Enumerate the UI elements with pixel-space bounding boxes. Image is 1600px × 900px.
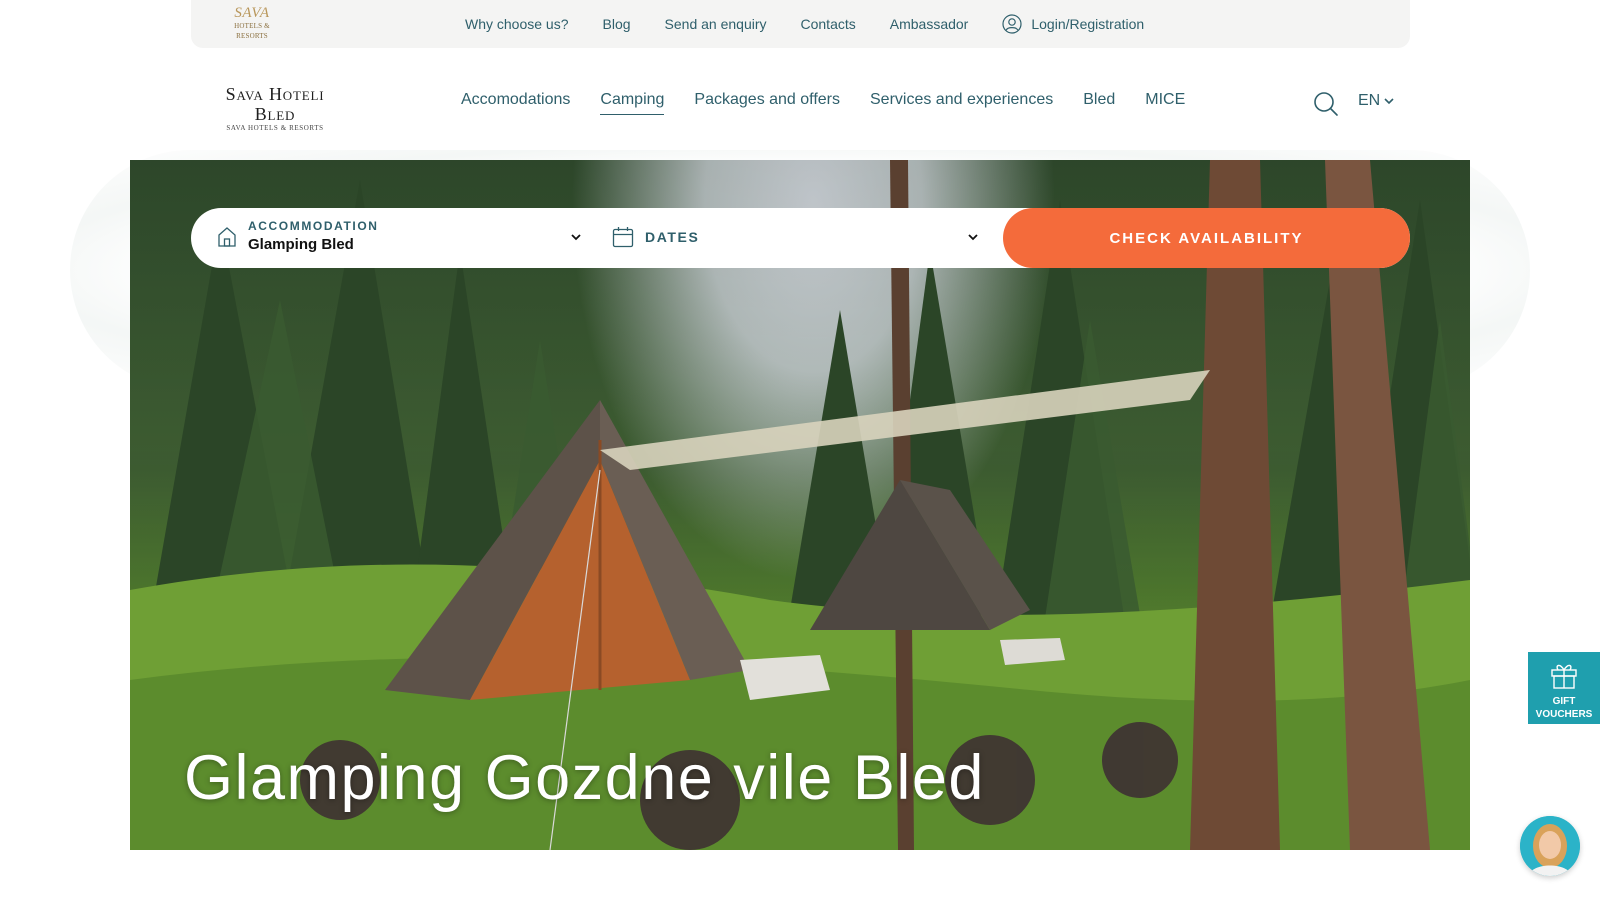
top-link-ambassador[interactable]: Ambassador <box>890 16 969 32</box>
sava-logo[interactable]: SAVA HOTELS & RESORTS <box>221 5 283 41</box>
gift-vouchers-label-line1: GIFT <box>1552 696 1576 707</box>
nav-item-services-experiences[interactable]: Services and experiences <box>870 91 1053 115</box>
top-utility-bar: SAVA HOTELS & RESORTS Why choose us? Blo… <box>191 0 1410 48</box>
top-link-contacts[interactable]: Contacts <box>801 16 856 32</box>
accommodation-value: Glamping Bled <box>248 236 354 253</box>
user-icon <box>1002 14 1022 34</box>
login-label: Login/Registration <box>1031 16 1145 32</box>
nav-item-packages-offers[interactable]: Packages and offers <box>694 91 840 115</box>
primary-nav: Accomodations Camping Packages and offer… <box>461 91 1215 115</box>
dates-label: DATES <box>645 229 700 245</box>
check-availability-button[interactable]: CHECK AVAILABILITY <box>1003 208 1410 268</box>
accommodation-label: ACCOMMODATION <box>248 219 379 233</box>
chevron-down-icon <box>1384 98 1394 105</box>
home-icon <box>218 227 236 247</box>
login-registration-link[interactable]: Login/Registration <box>1002 14 1144 34</box>
nav-item-camping[interactable]: Camping <box>600 91 665 115</box>
chevron-down-icon <box>968 234 978 241</box>
language-label: EN <box>1358 92 1381 109</box>
search-icon <box>1314 92 1338 116</box>
top-link-send-enquiry[interactable]: Send an enquiry <box>665 16 767 32</box>
language-selector[interactable]: EN <box>1358 92 1394 110</box>
booking-bar: ACCOMMODATION Glamping Bled DATES CHECK … <box>191 208 1410 268</box>
top-utility-nav: Why choose us? Blog Send an enquiry Cont… <box>465 0 1144 48</box>
nav-item-mice[interactable]: MICE <box>1145 91 1185 115</box>
logo-subtext: HOTELS & RESORTS <box>234 22 270 40</box>
search-button[interactable] <box>1313 91 1339 117</box>
brand-logo[interactable]: Sava Hoteli Bled SAVA HOTELS & RESORTS <box>204 84 346 133</box>
hero-title: Glamping Gozdne vile Bled <box>184 743 985 813</box>
nav-item-accomodations[interactable]: Accomodations <box>461 91 570 115</box>
gift-vouchers-tab[interactable]: GIFT VOUCHERS <box>1528 652 1600 724</box>
main-navigation: Sava Hoteli Bled SAVA HOTELS & RESORTS A… <box>0 48 1600 160</box>
top-link-blog[interactable]: Blog <box>603 16 631 32</box>
accommodation-select[interactable]: ACCOMMODATION Glamping Bled <box>191 208 591 268</box>
gift-vouchers-label-line2: VOUCHERS <box>1535 709 1593 720</box>
gift-icon <box>1551 664 1577 689</box>
brand-subtext: SAVA HOTELS & RESORTS <box>226 124 324 132</box>
top-link-why-choose-us[interactable]: Why choose us? <box>465 16 569 32</box>
calendar-icon <box>612 227 634 248</box>
chevron-down-icon <box>571 234 581 241</box>
logo-text: SAVA <box>234 5 270 21</box>
chat-avatar-button[interactable] <box>1520 816 1580 876</box>
brand-name: Sava Hoteli Bled <box>225 84 325 124</box>
nav-item-bled[interactable]: Bled <box>1083 91 1115 115</box>
chat-avatar-icon <box>1520 816 1580 876</box>
dates-select[interactable]: DATES <box>595 208 985 268</box>
